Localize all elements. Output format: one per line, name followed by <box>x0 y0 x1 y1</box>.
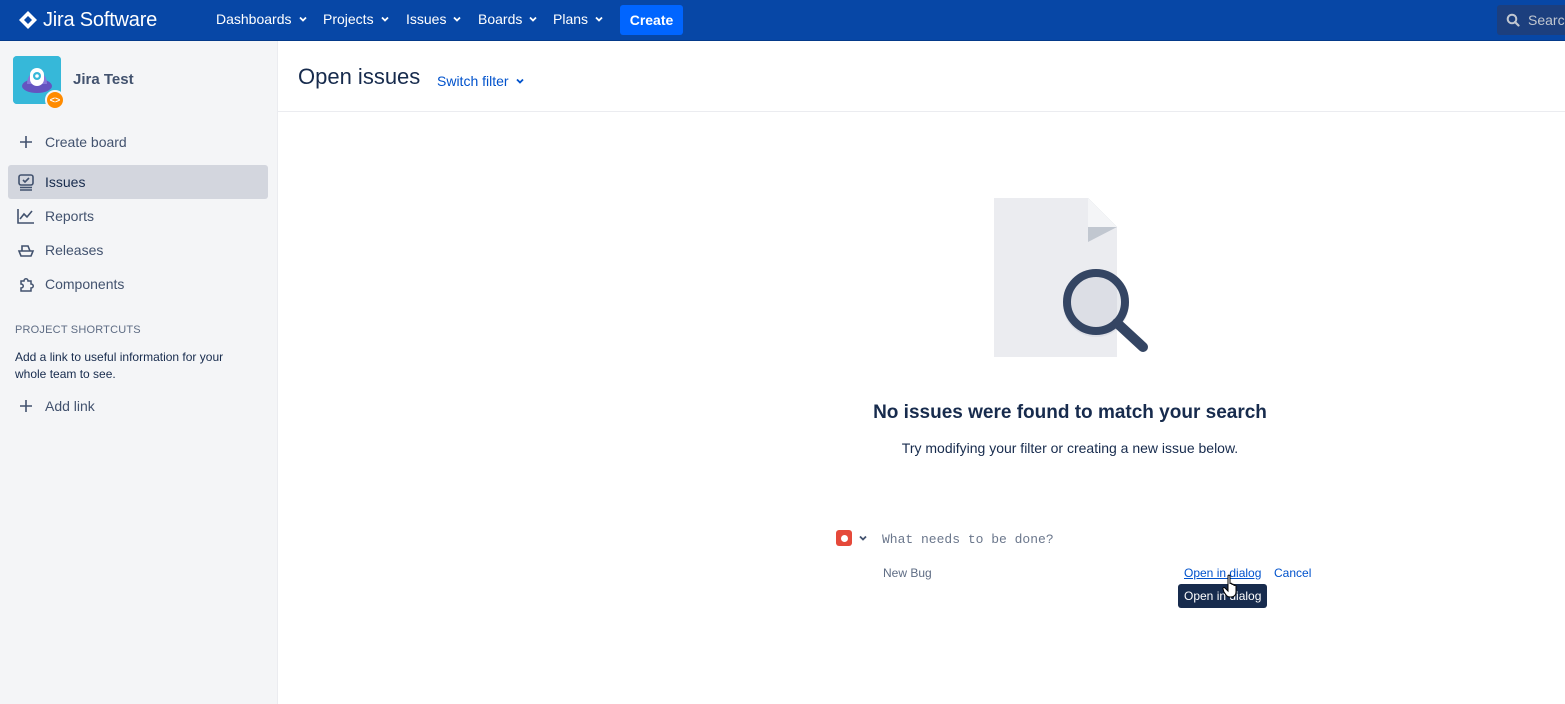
search-icon <box>1506 13 1520 27</box>
releases-icon <box>16 240 36 260</box>
project-sidebar: <> Jira Test Create board Issues Reports <box>0 41 278 704</box>
nav-boards[interactable]: Boards <box>478 11 538 27</box>
sidebar-item-releases[interactable]: Releases <box>8 233 268 267</box>
chevron-down-icon <box>515 78 524 84</box>
page-title: Open issues <box>298 64 421 89</box>
nav-issues[interactable]: Issues <box>406 11 462 27</box>
nav-dashboards[interactable]: Dashboards <box>216 11 308 27</box>
create-button[interactable]: Create <box>620 5 683 35</box>
issue-type-picker[interactable] <box>836 530 868 546</box>
nav-projects-label: Projects <box>323 11 374 27</box>
project-shortcuts-heading: PROJECT SHORTCUTS <box>15 324 141 336</box>
add-link-button[interactable]: Add link <box>8 389 268 423</box>
switch-filter-button[interactable]: Switch filter <box>437 73 525 89</box>
nav-plans[interactable]: Plans <box>553 11 604 27</box>
chevron-down-icon <box>595 16 603 22</box>
plus-icon <box>16 132 36 152</box>
app-name: Jira Software <box>43 8 158 31</box>
jira-diamond-icon <box>19 11 37 29</box>
plus-icon <box>16 396 36 416</box>
top-navigation-bar: Jira Software Dashboards Projects Issues… <box>0 0 1565 41</box>
cancel-link[interactable]: Cancel <box>1274 566 1311 580</box>
project-shortcuts-description: Add a link to useful information for you… <box>15 350 224 381</box>
nav-dashboards-label: Dashboards <box>216 11 292 27</box>
chevron-down-icon <box>529 16 537 22</box>
project-name: Jira Test <box>73 71 134 88</box>
sidebar-item-label: Issues <box>45 174 86 190</box>
sidebar-item-create-board[interactable]: Create board <box>8 125 268 159</box>
empty-state-subtitle: Try modifying your filter or creating a … <box>901 440 1239 456</box>
chevron-down-icon <box>380 16 389 22</box>
nav-projects[interactable]: Projects <box>323 11 390 27</box>
nav-plans-label: Plans <box>553 11 589 27</box>
issues-icon <box>16 172 36 192</box>
sidebar-item-label: Components <box>45 276 125 292</box>
empty-search-illustration-icon <box>994 198 1148 357</box>
reports-icon <box>16 206 36 226</box>
switch-filter-label: Switch filter <box>437 73 509 89</box>
bug-icon <box>836 530 852 546</box>
sidebar-item-label: Create board <box>45 134 127 150</box>
chevron-down-icon <box>859 535 867 541</box>
chevron-down-icon <box>453 16 462 22</box>
sidebar-item-label: Reports <box>45 208 95 224</box>
search-input[interactable] <box>1528 12 1565 28</box>
project-type-badge-icon: <> <box>45 90 65 110</box>
chevron-down-icon <box>298 16 307 22</box>
sidebar-item-issues[interactable]: Issues <box>8 165 268 199</box>
hand-cursor-icon <box>1222 574 1237 598</box>
add-link-label: Add link <box>45 398 95 414</box>
components-icon <box>16 274 36 294</box>
empty-state-title: No issues were found to match your searc… <box>873 402 1267 423</box>
nav-boards-label: Boards <box>478 11 523 27</box>
sidebar-item-label: Releases <box>45 242 104 258</box>
issue-summary-input[interactable] <box>876 528 1308 550</box>
sidebar-item-components[interactable]: Components <box>8 267 268 301</box>
nav-issues-label: Issues <box>406 11 447 27</box>
search-box[interactable] <box>1497 5 1565 35</box>
issue-type-label: New Bug <box>883 566 932 580</box>
jira-logo[interactable]: Jira Software <box>18 8 157 32</box>
sidebar-item-reports[interactable]: Reports <box>8 199 268 233</box>
header-divider <box>278 111 1565 112</box>
